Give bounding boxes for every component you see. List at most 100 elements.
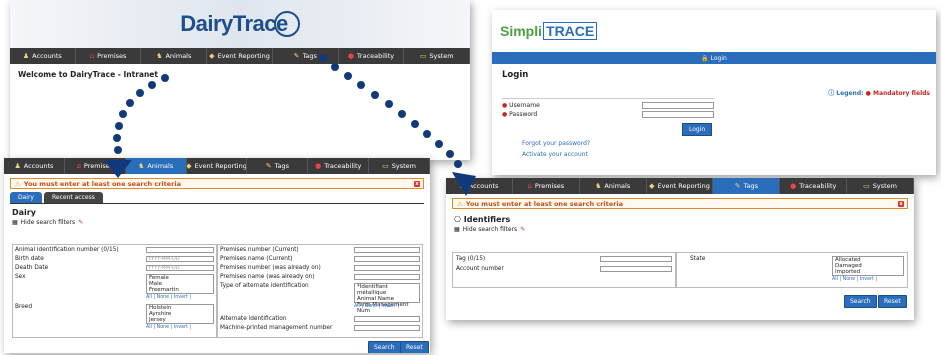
alt-id-list-footer[interactable]: All | None | Invert |: [354, 304, 399, 309]
animal-id-input[interactable]: [146, 247, 214, 253]
login-button[interactable]: Login: [682, 123, 713, 136]
nav-system[interactable]: ▭ System: [404, 48, 470, 64]
home-icon: ⌂: [89, 52, 95, 60]
nav-tags[interactable]: ✎ Tags: [273, 48, 339, 64]
person-icon: ♟: [459, 182, 466, 190]
simplitrace-header: Simpli TRACE: [492, 10, 936, 52]
premises-name-input[interactable]: [354, 256, 420, 262]
tag-icon: ✎: [293, 52, 300, 60]
nav-accounts[interactable]: ♟ Accounts: [4, 158, 65, 174]
warning-icon: ⚠: [15, 179, 21, 188]
identifiers-search-window: ♟ Accounts ⌂ Premises ♞ Animals ◆ Event Repo…: [446, 178, 914, 320]
traceability-icon: ●: [315, 162, 322, 170]
nav-event-reporting[interactable]: ◆ Event Reporting: [647, 178, 714, 194]
animal-icon: ♞: [156, 52, 163, 60]
password-row: ● Password: [502, 111, 714, 118]
account-number-label: Account number: [456, 266, 504, 272]
field-premises-name-was-label: Premises name (was already on): [220, 274, 315, 280]
premises-number-input[interactable]: [354, 247, 420, 253]
nav-animals[interactable]: ♞ Animals: [125, 158, 187, 174]
nav-tags[interactable]: ✎ Tags: [247, 158, 309, 174]
close-icon[interactable]: x: [414, 181, 420, 187]
nav-accounts[interactable]: ♟ Accounts: [446, 178, 513, 194]
activate-account-link[interactable]: Activate your account: [522, 151, 588, 158]
filter-icon: ▦: [454, 226, 460, 233]
reset-button[interactable]: Reset: [400, 341, 429, 353]
subtab-dairy[interactable]: Dairy: [10, 192, 42, 203]
tag-input[interactable]: [600, 256, 672, 262]
birth-date-input[interactable]: YYYY-MM-DD: [146, 256, 214, 262]
person-icon: ♟: [14, 162, 21, 170]
login-title: Login: [502, 70, 529, 80]
tag-icon: ✎: [265, 162, 272, 170]
reset-button[interactable]: Reset: [878, 295, 907, 308]
identifiers-nav: ♟ Accounts ⌂ Premises ♞ Animals ◆ Event Repo…: [446, 178, 914, 194]
sex-listbox[interactable]: Female Male Freemartin: [146, 274, 214, 294]
close-icon[interactable]: x: [898, 201, 904, 207]
hide-filters-link[interactable]: ▦ Hide search filters ✎: [4, 218, 430, 227]
legend: ⓘ Legend: ● Mandatory fields: [828, 90, 930, 97]
search-button[interactable]: Search: [368, 341, 401, 353]
event-icon: ◆: [186, 162, 192, 170]
state-list-footer[interactable]: All | None | Invert |: [832, 277, 877, 282]
field-alternate-id-label: Alternate identification: [220, 316, 287, 322]
nav-system[interactable]: ▭ System: [847, 178, 914, 194]
nav-premises[interactable]: ⌂ Premises: [513, 178, 580, 194]
premises-name-was-input[interactable]: [354, 274, 420, 280]
sex-list-footer[interactable]: All | None | Invert |: [146, 295, 191, 300]
hide-filters-link[interactable]: ▦ Hide search filters ✎: [446, 225, 914, 234]
forgot-password-link[interactable]: Forgot your password?: [522, 140, 590, 147]
breed-list-footer[interactable]: All | None | Invert |: [146, 325, 191, 330]
username-input[interactable]: [642, 102, 714, 109]
premises-number-was-input[interactable]: [354, 265, 420, 271]
welcome-heading: Welcome to DairyTrace - Intranet: [18, 70, 158, 79]
state-listbox[interactable]: Allocated Damaged Imported: [832, 256, 904, 276]
nav-event-reporting[interactable]: ◆ Event Reporting: [207, 48, 273, 64]
event-icon: ◆: [209, 52, 215, 60]
nav-traceability[interactable]: ● Traceability: [339, 48, 405, 64]
breed-listbox[interactable]: Holstein Ayrshire Jersey: [146, 304, 214, 324]
simplitrace-logo: Simpli TRACE: [500, 22, 598, 40]
field-animal-id-label: Animal identification number (0/15): [15, 247, 119, 253]
home-icon: ⌂: [76, 162, 81, 170]
nav-animals[interactable]: ♞ Animals: [141, 48, 208, 64]
nav-traceability[interactable]: ● Traceability: [780, 178, 848, 194]
nav-system[interactable]: ▭ System: [369, 158, 430, 174]
simplitrace-login-window: Simpli TRACE 🔒 Login Login ⓘ Legend: ● Man…: [492, 10, 936, 175]
nav-tags[interactable]: ✎ Tags: [713, 178, 781, 194]
nav-event-reporting[interactable]: ◆ Event Reporting: [187, 158, 248, 174]
dairy-subtabs: Dairy Recent access: [10, 192, 424, 204]
identifier-icon: ⎔: [454, 215, 461, 224]
field-management-number-label: Machine-printed management number: [220, 325, 333, 331]
traceability-icon: ●: [347, 52, 354, 60]
animal-icon: ♞: [595, 182, 602, 190]
tag-icon: ✎: [734, 182, 741, 190]
nav-traceability[interactable]: ● Traceability: [308, 158, 370, 174]
field-premises-number-label: Premises number (Current): [220, 247, 299, 253]
dairytrace-top-nav: ♟ Accounts ⌂ Premises ♞ Animals ◆ Event Repo…: [10, 48, 470, 64]
alternate-id-input[interactable]: [354, 316, 420, 322]
field-sex-label: Sex: [15, 274, 26, 280]
dairy-search-window: ♟ Accounts ⌂ Premises ♞ Animals ◆ Event Repo…: [4, 158, 430, 353]
password-input[interactable]: [642, 111, 714, 118]
account-number-input[interactable]: [600, 266, 672, 272]
nav-animals[interactable]: ♞ Animals: [580, 178, 647, 194]
dairytrace-logo: DairyTrace: [180, 11, 288, 37]
nav-accounts[interactable]: ♟ Accounts: [10, 48, 76, 64]
event-icon: ◆: [649, 182, 655, 190]
management-number-input[interactable]: [354, 325, 420, 331]
field-premises-name-label: Premises name (Current): [220, 256, 293, 262]
search-button[interactable]: Search: [844, 295, 877, 308]
dairy-search-nav: ♟ Accounts ⌂ Premises ♞ Animals ◆ Event Repo…: [4, 158, 430, 174]
nav-premises[interactable]: ⌂ Premises: [76, 48, 142, 64]
subtab-recent-access[interactable]: Recent access: [43, 192, 103, 203]
state-label: State: [690, 256, 706, 262]
alt-id-type-listbox[interactable]: *Identifiant métallique Animal Name Farm…: [354, 283, 420, 314]
login-bar: 🔒 Login: [492, 52, 936, 64]
nav-premises[interactable]: ⌂ Premises: [65, 158, 126, 174]
person-icon: ♟: [22, 52, 30, 60]
death-date-input[interactable]: YYYY-MM-DD: [146, 265, 214, 271]
login-form: ● Username ● Password: [502, 98, 714, 120]
warning-icon: ⚠: [457, 199, 463, 208]
dairytrace-home-window: DairyTrace ♟ Accounts ⌂ Premises ♞ Animals …: [10, 0, 470, 160]
